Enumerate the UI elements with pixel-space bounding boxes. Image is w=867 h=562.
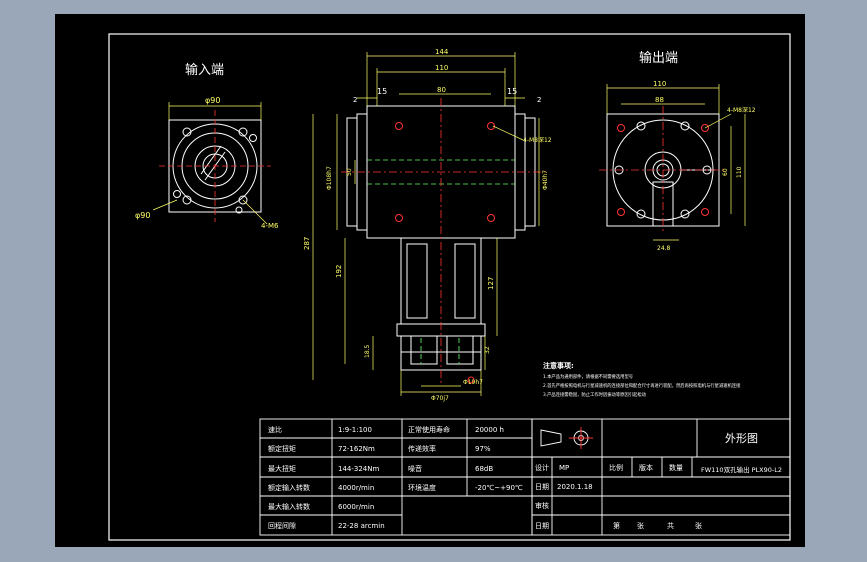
spec-cell: 噪音: [408, 464, 422, 473]
date2-label: 日期: [535, 522, 549, 530]
date-label: 日期: [535, 483, 549, 491]
output-dim-110: 110: [653, 80, 666, 88]
design-value: MP: [559, 464, 569, 472]
front-holes: [395, 122, 495, 384]
dim-144: 144: [435, 48, 449, 56]
dim-holes-right: 4-M8深12: [523, 136, 552, 144]
notes-line-1: 1.本产品为通用部件，请根据不同需要选用型号: [543, 373, 633, 380]
dim-32: 32: [484, 346, 491, 354]
input-holes: 4-M6: [261, 222, 279, 230]
spec-cell: -20℃~+90℃: [475, 484, 523, 492]
dim-2-left: 2: [353, 96, 357, 104]
dim-18-5: 18.5: [364, 344, 371, 358]
notes-line-2: 2.首先严格按照电机与行星减速机的连接部位和配合尺寸再进行装配，然后再按照电机与…: [543, 382, 741, 389]
spec-cell: 额定输入转数: [268, 483, 310, 492]
product-name: FW110双孔输出 PLX90-L2: [701, 465, 782, 474]
output-dim-88: 88: [655, 96, 664, 104]
spec-cell: 22-28 arcmin: [338, 522, 385, 530]
output-dims: [606, 84, 746, 241]
dim-phi19: Φ19h7: [463, 379, 483, 386]
spec-cell: 20000 h: [475, 426, 504, 434]
notes-line-3: 3.产品连接需稳固，防止工作时因振动等原因引起松动: [543, 391, 647, 398]
dim-110: 110: [435, 64, 448, 72]
spec-cell: 68dB: [475, 465, 493, 473]
spec-cell: 1:9-1:100: [338, 426, 372, 434]
dim-phi108: Φ108h7: [326, 166, 333, 190]
dim-80: 80: [437, 86, 446, 94]
output-dim-60: 60: [722, 168, 729, 176]
dim-phi40: Φ40h7: [542, 170, 549, 190]
input-phi90-left: φ90: [135, 211, 150, 220]
output-holes-label: 4-M8深12: [727, 106, 756, 114]
dim-287: 287: [303, 237, 311, 250]
spec-table-cells: 速比 1:9-1:100 正常使用寿命 20000 h 额定扭矩 72-162Nm 传递效率…: [268, 425, 523, 530]
dim-127: 127: [487, 277, 495, 290]
quantity-label: 数量: [669, 463, 683, 472]
spec-table-grid: [259, 418, 533, 536]
date-value: 2020.1.18: [557, 483, 593, 491]
spec-cell: 6000r/min: [338, 503, 374, 511]
inner-border: [108, 33, 791, 541]
dim-50: 50: [346, 168, 353, 176]
dim-192: 192: [335, 265, 343, 278]
notes-title: 注意事项:: [543, 361, 574, 370]
spec-cell: 97%: [475, 445, 491, 453]
page-gong: 共: [667, 521, 674, 530]
spec-cell: 环境温度: [408, 483, 436, 492]
spec-cell: 最大输入转数: [268, 502, 310, 511]
input-phi90-top: φ90: [205, 96, 220, 105]
spec-cell: 最大扭矩: [268, 464, 296, 473]
page-zhang1: 张: [637, 521, 644, 530]
drawing-sheet: 输入端 φ90 φ90 4-M6 144 110 80 15 15 2 2 Φ1…: [55, 14, 805, 547]
drawing-title: 外形图: [725, 432, 758, 445]
spec-cell: 72-162Nm: [338, 445, 375, 453]
spec-cell: 额定扭矩: [268, 444, 296, 453]
input-end-label: 输入端: [185, 62, 224, 78]
spec-cell: 正常使用寿命: [408, 425, 450, 434]
review-label: 审核: [535, 501, 549, 510]
spec-cell: 传递效率: [408, 444, 436, 453]
dim-15-right: 15: [507, 87, 517, 96]
version-label: 版本: [639, 463, 653, 472]
page-zhang2: 张: [695, 521, 702, 530]
output-end-label: 输出端: [639, 50, 678, 66]
page-di: 第: [613, 521, 620, 530]
input-centerlines: [159, 110, 271, 222]
technical-drawing: 输入端 φ90 φ90 4-M6 144 110 80 15 15 2 2 Φ1…: [108, 33, 791, 541]
projection-symbol: [540, 427, 593, 449]
spec-cell: 144-324Nm: [338, 465, 379, 473]
spec-cell: 速比: [268, 425, 282, 434]
design-label: 设计: [535, 463, 549, 472]
output-dim-24-8: 24.8: [657, 245, 671, 252]
dim-phi70: Φ70j7: [431, 395, 449, 402]
dim-2-right: 2: [537, 96, 541, 104]
scale-label: 比例: [609, 463, 623, 472]
spec-cell: 回程间隙: [268, 521, 296, 530]
front-centerlines: [341, 98, 545, 386]
dim-15-left: 15: [377, 87, 387, 96]
spec-cell: 4000r/min: [338, 484, 374, 492]
output-dim-110v: 110: [736, 166, 743, 178]
